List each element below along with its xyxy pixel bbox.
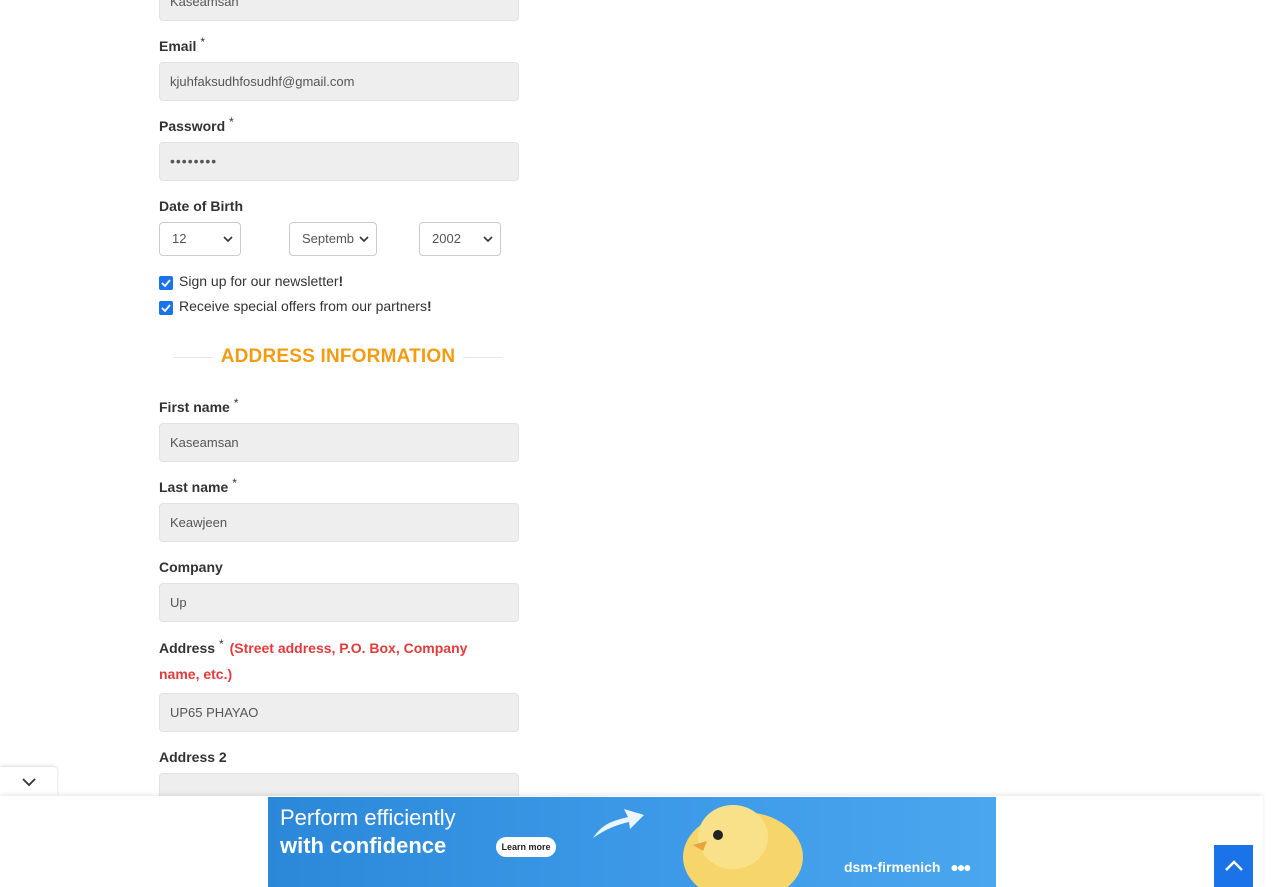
dob-year-select[interactable]: 2002 bbox=[419, 222, 501, 256]
address-value: UP65 PHAYAO bbox=[170, 705, 259, 720]
email-value: kjuhfaksudhfosudhf@gmail.com bbox=[170, 74, 355, 89]
banner-ad[interactable]: Perform efficiently with confidence Lear… bbox=[268, 797, 996, 887]
offers-label: Receive special offers from our partners… bbox=[179, 298, 432, 314]
dob-year-value: 2002 bbox=[432, 231, 461, 246]
chevron-down-icon bbox=[482, 223, 494, 255]
last-name-value: Keawjeen bbox=[170, 515, 228, 530]
company-value: Up bbox=[170, 595, 187, 610]
first-name-label: First name * bbox=[159, 396, 239, 415]
scroll-to-top-button[interactable] bbox=[1214, 845, 1253, 887]
password-input[interactable]: •••••••• bbox=[159, 142, 519, 181]
first-name-label-text: First name bbox=[159, 399, 230, 415]
exclaim: ! bbox=[426, 298, 432, 314]
section-title: ADDRESS INFORMATION bbox=[212, 346, 464, 368]
chevron-down-icon bbox=[358, 223, 370, 255]
chick-image bbox=[683, 805, 803, 887]
offers-text: Receive special offers from our partners bbox=[179, 298, 427, 314]
first-name-value: Kaseamsan bbox=[170, 0, 239, 9]
exclaim: ! bbox=[338, 273, 344, 289]
check-icon bbox=[161, 279, 171, 287]
check-icon bbox=[161, 304, 171, 312]
newsletter-label: Sign up for our newsletter! bbox=[179, 273, 343, 289]
ad-headline-1: Perform efficiently bbox=[280, 805, 456, 830]
chevron-down-icon bbox=[222, 223, 234, 255]
arrow-image bbox=[593, 809, 644, 838]
arrow-up-icon bbox=[1224, 860, 1243, 871]
ad-brand: dsm-firmenich ●●● bbox=[844, 859, 972, 875]
address-input[interactable]: UP65 PHAYAO bbox=[159, 693, 519, 732]
brand-logo-icon: ●●● bbox=[950, 859, 971, 875]
required-mark: * bbox=[229, 115, 234, 129]
address-label: Address * (Street address, P.O. Box, Comp… bbox=[159, 636, 489, 687]
dob-label: Date of Birth bbox=[159, 198, 243, 214]
password-label: Password * bbox=[159, 115, 234, 134]
dob-month-value: Septemb bbox=[302, 231, 355, 246]
company-label: Company bbox=[159, 559, 223, 575]
required-mark: * bbox=[200, 35, 206, 49]
ad-learn-more-button[interactable]: Learn more bbox=[496, 837, 556, 857]
first-name-value: Kaseamsan bbox=[170, 435, 239, 450]
email-label-text: Email bbox=[159, 38, 197, 54]
newsletter-checkbox[interactable] bbox=[159, 276, 173, 290]
ad-collapse-tab[interactable] bbox=[0, 767, 57, 797]
email-input[interactable]: kjuhfaksudhfosudhf@gmail.com bbox=[159, 62, 519, 101]
required-mark: * bbox=[232, 476, 237, 490]
email-label: Email * bbox=[159, 35, 206, 54]
dob-day-value: 12 bbox=[172, 231, 187, 246]
ad-headline-2: with confidence bbox=[280, 833, 447, 858]
last-name-input[interactable]: Keawjeen bbox=[159, 503, 519, 542]
newsletter-text: Sign up for our newsletter bbox=[179, 273, 339, 289]
required-mark: * bbox=[219, 637, 224, 651]
company-input[interactable]: Up bbox=[159, 583, 519, 622]
first-name-input-account[interactable]: Kaseamsan bbox=[159, 0, 519, 21]
ad-brand-text: dsm-firmenich bbox=[844, 859, 941, 875]
dob-day-select[interactable]: 12 bbox=[159, 222, 241, 256]
password-label-text: Password bbox=[159, 118, 226, 134]
first-name-input[interactable]: Kaseamsan bbox=[159, 423, 519, 462]
address-label-text: Address bbox=[159, 640, 216, 656]
offers-checkbox[interactable] bbox=[159, 301, 173, 315]
password-value: •••••••• bbox=[170, 153, 218, 169]
address-section-heading: ADDRESS INFORMATION bbox=[173, 344, 503, 370]
address2-label: Address 2 bbox=[159, 749, 227, 765]
chevron-down-icon bbox=[21, 778, 36, 787]
last-name-label: Last name * bbox=[159, 476, 237, 495]
required-mark: * bbox=[233, 396, 239, 410]
dob-month-select[interactable]: Septemb bbox=[289, 222, 377, 256]
last-name-label-text: Last name bbox=[159, 479, 229, 495]
